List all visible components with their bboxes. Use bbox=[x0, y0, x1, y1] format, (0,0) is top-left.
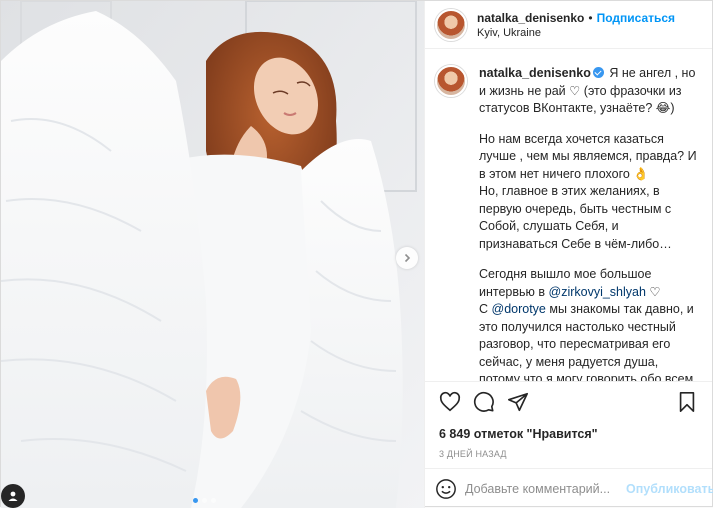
emoji-button[interactable] bbox=[435, 476, 457, 502]
action-bar bbox=[425, 380, 712, 423]
caption-avatar-wrap bbox=[435, 65, 467, 381]
location-link[interactable]: Kyiv, Ukraine bbox=[477, 27, 675, 39]
caption-p2: Но нам всегда хочется казаться лучше , ч… bbox=[479, 131, 697, 181]
mention-link[interactable]: @dorotye bbox=[492, 302, 546, 316]
follow-button[interactable]: Подписаться bbox=[597, 11, 675, 25]
caption-username[interactable]: natalka_denisenko bbox=[479, 66, 591, 80]
chevron-right-icon bbox=[404, 253, 411, 263]
emoji-icon bbox=[436, 478, 456, 499]
caption-paragraph-1: natalka_denisenko Я не ангел , но и жизн… bbox=[479, 65, 699, 118]
publish-button[interactable]: Опубликовать bbox=[626, 482, 713, 496]
post-timestamp[interactable]: 3 ДНЕЙ НАЗАД bbox=[425, 441, 712, 468]
caption-p3: Но, главное в этих желаниях, в первую оч… bbox=[479, 184, 672, 251]
avatar[interactable] bbox=[435, 8, 467, 41]
carousel-indicator bbox=[193, 498, 216, 503]
carousel-next-button[interactable] bbox=[396, 247, 418, 269]
post-media[interactable] bbox=[1, 1, 424, 508]
paper-plane-icon bbox=[508, 393, 528, 412]
caption-p5-pre: С bbox=[479, 302, 492, 316]
caption-p4-post: ♡ bbox=[645, 284, 661, 299]
like-count[interactable]: 6 849 отметок "Нравится" bbox=[425, 423, 712, 442]
user-tags-button[interactable] bbox=[1, 484, 25, 508]
carousel-dot bbox=[202, 498, 207, 503]
carousel-dot bbox=[211, 498, 216, 503]
post-photo bbox=[1, 1, 424, 508]
save-button[interactable] bbox=[670, 385, 704, 419]
post-container: natalka_denisenko • Подписаться Kyiv, Uk… bbox=[0, 0, 713, 508]
comment-input[interactable] bbox=[465, 481, 626, 496]
mention-link[interactable]: @zirkovyi_shlyah bbox=[549, 285, 646, 299]
comment-icon bbox=[473, 392, 494, 413]
caption-text: natalka_denisenko Я не ангел , но и жизн… bbox=[479, 65, 699, 381]
comment-form: Опубликовать bbox=[425, 468, 713, 508]
user-tag-icon bbox=[8, 491, 18, 501]
comment-button[interactable] bbox=[467, 385, 501, 419]
share-button[interactable] bbox=[501, 385, 535, 419]
header-username[interactable]: natalka_denisenko bbox=[477, 11, 584, 25]
bookmark-icon bbox=[679, 392, 695, 413]
verified-badge-icon bbox=[592, 67, 604, 78]
header-text: natalka_denisenko • Подписаться Kyiv, Uk… bbox=[477, 11, 675, 39]
carousel-dot-active bbox=[193, 498, 198, 503]
caption-paragraph-2: Но нам всегда хочется казаться лучше , ч… bbox=[479, 131, 699, 254]
header-separator: • bbox=[588, 10, 593, 25]
caption-avatar[interactable] bbox=[435, 65, 467, 97]
heart-icon bbox=[439, 392, 461, 412]
header-row: natalka_denisenko • Подписаться bbox=[477, 11, 675, 25]
like-button[interactable] bbox=[433, 385, 467, 419]
caption-paragraph-3: Сегодня вышло мое большое интервью в @zi… bbox=[479, 266, 699, 381]
caption-section: natalka_denisenko Я не ангел , но и жизн… bbox=[425, 49, 712, 381]
post-header: natalka_denisenko • Подписаться Kyiv, Uk… bbox=[425, 1, 712, 49]
post-sidebar: natalka_denisenko • Подписаться Kyiv, Uk… bbox=[424, 1, 713, 508]
